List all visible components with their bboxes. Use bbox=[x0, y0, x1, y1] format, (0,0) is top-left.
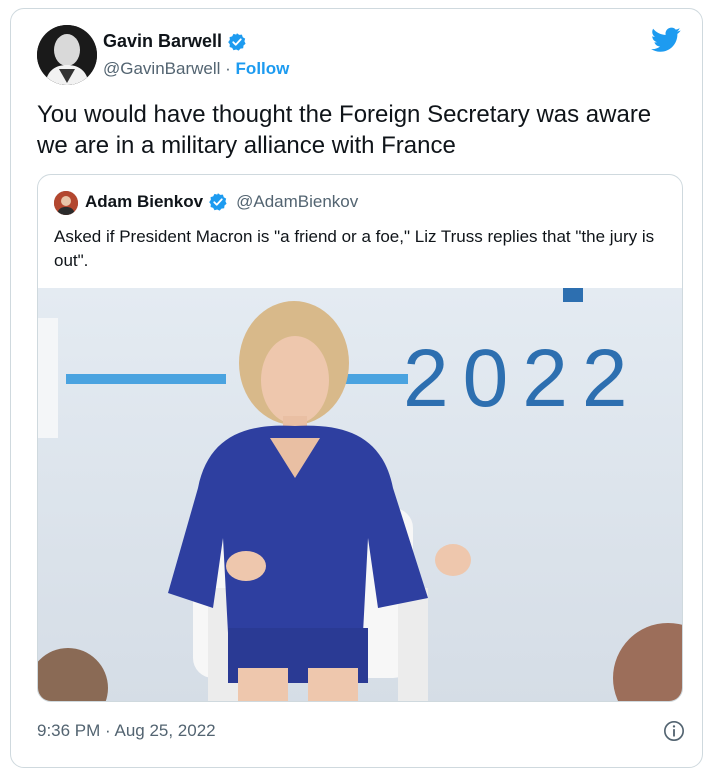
tweet-timestamp[interactable]: 9:36 PM · Aug 25, 2022 bbox=[37, 721, 216, 741]
quoted-header: Adam Bienkov @AdamBienkov bbox=[85, 192, 358, 212]
quoted-avatar-image bbox=[54, 191, 78, 215]
quoted-author-avatar[interactable] bbox=[54, 191, 78, 215]
quoted-tweet-text: Asked if President Macron is "a friend o… bbox=[54, 227, 655, 270]
author-avatar[interactable] bbox=[37, 25, 97, 85]
verified-badge-icon bbox=[228, 32, 246, 51]
backdrop-year-text: 2022 bbox=[403, 333, 641, 424]
tweet-card: Gavin Barwell @GavinBarwell · Follow You… bbox=[10, 8, 703, 768]
author-handle-row: @GavinBarwell · Follow bbox=[103, 59, 289, 79]
avatar-image bbox=[37, 25, 97, 85]
twitter-bird-icon[interactable] bbox=[651, 27, 681, 53]
follow-button[interactable]: Follow bbox=[236, 59, 290, 78]
tweet-text: You would have thought the Foreign Secre… bbox=[37, 101, 652, 159]
handle-separator: · bbox=[225, 59, 231, 78]
quoted-tweet[interactable]: Adam Bienkov @AdamBienkov Asked if Presi… bbox=[37, 174, 683, 702]
quoted-media-image[interactable]: 2022 bbox=[38, 288, 682, 701]
quoted-author-handle[interactable]: @AdamBienkov bbox=[236, 192, 358, 212]
event-photo: 2022 bbox=[38, 288, 682, 701]
verified-badge-icon bbox=[209, 193, 227, 211]
author-name[interactable]: Gavin Barwell bbox=[103, 31, 222, 52]
author-name-row[interactable]: Gavin Barwell bbox=[103, 31, 247, 52]
quoted-author-name[interactable]: Adam Bienkov bbox=[85, 192, 203, 212]
author-handle[interactable]: @GavinBarwell bbox=[103, 59, 220, 78]
info-icon[interactable] bbox=[663, 720, 685, 742]
